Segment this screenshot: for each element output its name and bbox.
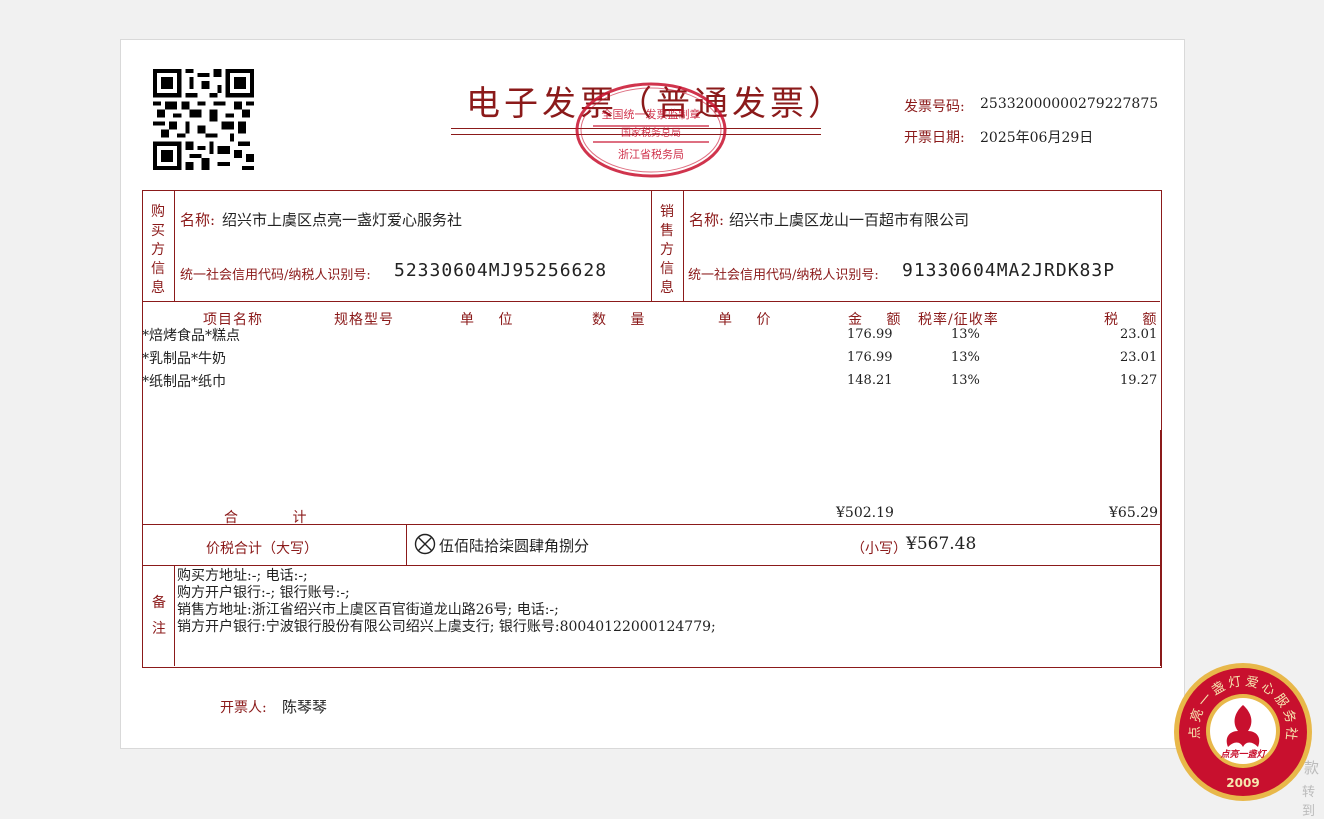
item-row-1-tax: 23.01 [1120,327,1158,342]
seller-name: 绍兴市上虞区龙山一百超市有限公司 [729,211,970,229]
item-row-2-rate: 13% [951,350,980,365]
issuer-name: 陈琴琴 [282,698,328,716]
seller-section-label: 销售方信息 [660,204,674,296]
col-price-header: 单 价 [718,312,781,328]
tax-bureau-seal: 全国统一发票监制章 国家税务总局 浙江省税务局 [575,82,727,178]
invoice-date-label: 开票日期: [904,130,965,146]
total-tax: ¥65.29 [1109,505,1158,521]
side-fragment-1: 款 [1304,759,1320,777]
seal-center-text: 点亮一盏灯 [1219,749,1267,760]
seal-line-3: 浙江省税务局 [618,147,684,161]
remark-line-4: 销方开户银行:宁波银行股份有限公司绍兴上虞支行; 银行账号:8004012200… [177,619,716,635]
buyer-name-label: 名称: [180,211,216,229]
item-row-1-rate: 13% [951,327,980,342]
remark-line-1: 购买方地址:-; 电话:-; [177,568,308,584]
item-row-2-tax: 23.01 [1120,350,1158,365]
seal-line-2: 国家税务总局 [621,126,681,139]
item-row-1-amount: 176.99 [847,327,893,342]
col-unit-header: 单 位 [460,312,523,328]
item-row-2-name: *乳制品*牛奶 [142,351,226,367]
remark-line-2: 购方开户银行:-; 银行账号:-; [177,585,350,601]
remark-line-3: 销售方地址:浙江省绍兴市上虞区百官街道龙山路26号; 电话:-; [177,602,559,618]
seller-name-label: 名称: [689,211,725,229]
col-spec-header: 规格型号 [334,312,394,328]
buyer-taxid-label: 统一社会信用代码/纳税人识别号: [180,268,371,283]
col-rate-header: 税率/征收率 [918,312,999,328]
seller-taxid: 91330604MA2JRDK83P [902,260,1116,281]
seal-line-1: 全国统一发票监制章 [602,107,701,121]
invoice-date: 2025年06月29日 [980,130,1094,146]
col-amount-header: 金 额 [848,312,911,328]
item-row-2-amount: 176.99 [847,350,893,365]
small-total-value: ¥567.48 [906,534,977,554]
caps-total-value: 伍佰陆拾柒圆肆角捌分 [439,537,590,555]
organization-seal: 点亮一盏灯爱心服务社 点亮一盏灯 2009 [1174,663,1312,801]
side-fragment-2: 转到 [1302,785,1316,819]
item-row-1-name: *焙烤食品*糕点 [142,328,240,344]
item-row-3-amount: 148.21 [847,373,893,388]
caps-total-label: 价税合计（大写） [206,541,318,557]
item-row-3-tax: 19.27 [1120,373,1158,388]
qr-code [153,69,254,170]
item-row-3-name: *纸制品*纸巾 [142,374,226,390]
cross-circle-icon [414,533,436,555]
remarks-section-label: 备注 [152,595,166,637]
buyer-name: 绍兴市上虞区点亮一盏灯爱心服务社 [222,211,463,229]
invoice-number: 25332000000279227875 [980,96,1159,112]
small-total-label: （小写） [851,541,907,557]
item-row-3-rate: 13% [951,373,980,388]
col-qty-header: 数 量 [592,312,655,328]
issuer-label: 开票人: [220,700,267,716]
buyer-taxid: 52330604MJ95256628 [394,260,608,281]
buyer-section-label: 购买方信息 [151,204,165,296]
seal-year: 2009 [1226,776,1259,790]
seller-taxid-label: 统一社会信用代码/纳税人识别号: [688,268,879,283]
col-tax-header: 税 额 [1104,312,1167,328]
table-right-shadow [1160,430,1162,666]
invoice-number-label: 发票号码: [904,99,965,115]
total-amount: ¥502.19 [836,505,894,521]
